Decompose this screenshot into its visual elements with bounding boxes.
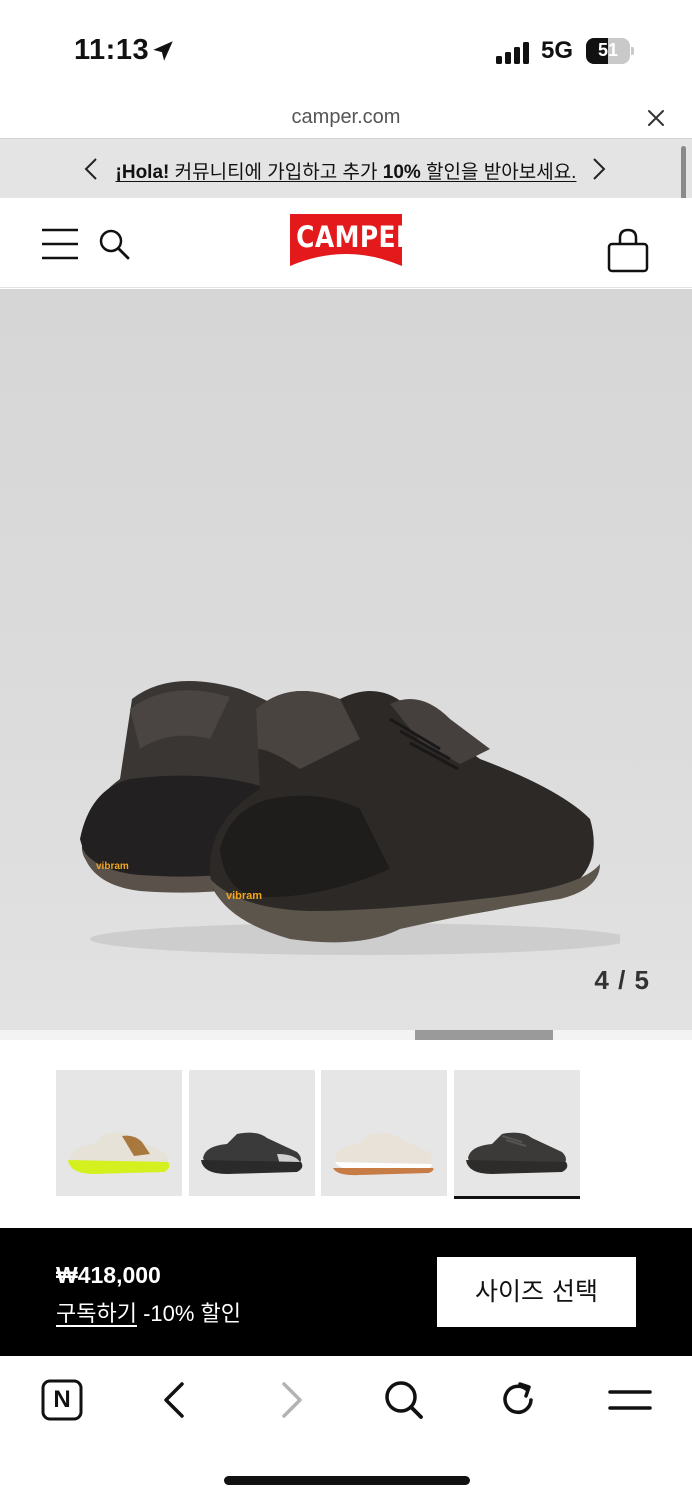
promo-banner: ¡Hola! 커뮤니티에 가입하고 추가 10% 할인을 받아보세요. xyxy=(0,138,692,198)
subscribe-offer: 구독하기 -10% 할인 xyxy=(56,1296,241,1328)
subscribe-discount: -10% 할인 xyxy=(136,1301,242,1326)
tabs-button[interactable]: N xyxy=(40,1378,84,1422)
location-arrow-icon xyxy=(153,41,173,61)
thumbnail-1[interactable] xyxy=(56,1070,182,1196)
menu-icon[interactable] xyxy=(608,1378,652,1422)
svg-text:vibram: vibram xyxy=(96,861,129,872)
tabs-label: N xyxy=(53,1386,71,1413)
battery-icon: 51 xyxy=(586,38,634,64)
search-icon[interactable] xyxy=(98,228,130,260)
network-type: 5G xyxy=(541,37,574,64)
camper-logo[interactable]: CAMPER xyxy=(288,212,415,270)
subscribe-link[interactable]: 구독하기 xyxy=(56,1301,137,1326)
refresh-icon[interactable] xyxy=(496,1378,540,1422)
status-bar: 11:13 5G 51 xyxy=(0,0,692,100)
browser-toolbar: N xyxy=(0,1356,692,1500)
gallery-progress-indicator xyxy=(415,1030,554,1040)
url-text: camper.com xyxy=(291,106,401,128)
url-bar[interactable]: camper.com xyxy=(0,100,692,138)
home-indicator[interactable] xyxy=(224,1476,470,1485)
select-size-button[interactable]: 사이즈 선택 xyxy=(437,1257,636,1327)
back-arrow-icon[interactable] xyxy=(154,1378,198,1422)
purchase-bar: ₩418,000 구독하기 -10% 할인 사이즈 선택 xyxy=(0,1228,692,1356)
thumbnail-4[interactable] xyxy=(454,1070,580,1199)
thumbnail-strip xyxy=(0,1040,692,1226)
status-time: 11:13 xyxy=(74,34,150,66)
forward-arrow-icon xyxy=(282,1382,302,1418)
slide-counter: 4 / 5 xyxy=(594,965,650,995)
close-icon[interactable] xyxy=(646,108,666,128)
product-image-gallery[interactable]: vibram vibram 4 / 5 xyxy=(0,289,692,1030)
shopping-bag-icon[interactable] xyxy=(606,228,650,274)
site-header: CAMPER xyxy=(0,198,692,288)
product-price: ₩418,000 xyxy=(56,1262,161,1288)
signal-icon xyxy=(496,42,532,64)
chevron-right-icon[interactable] xyxy=(592,157,606,181)
svg-text:vibram: vibram xyxy=(226,890,262,902)
gallery-progress-track xyxy=(0,1030,692,1040)
battery-level: 51 xyxy=(597,40,619,60)
thumbnail-2[interactable] xyxy=(189,1070,315,1196)
hamburger-menu-icon[interactable] xyxy=(42,228,78,260)
thumbnail-3[interactable] xyxy=(321,1070,447,1196)
product-image: vibram vibram xyxy=(80,681,620,955)
promo-link[interactable]: ¡Hola! 커뮤니티에 가입하고 추가 10% 할인을 받아보세요. xyxy=(0,157,692,184)
search-icon[interactable] xyxy=(382,1378,426,1422)
